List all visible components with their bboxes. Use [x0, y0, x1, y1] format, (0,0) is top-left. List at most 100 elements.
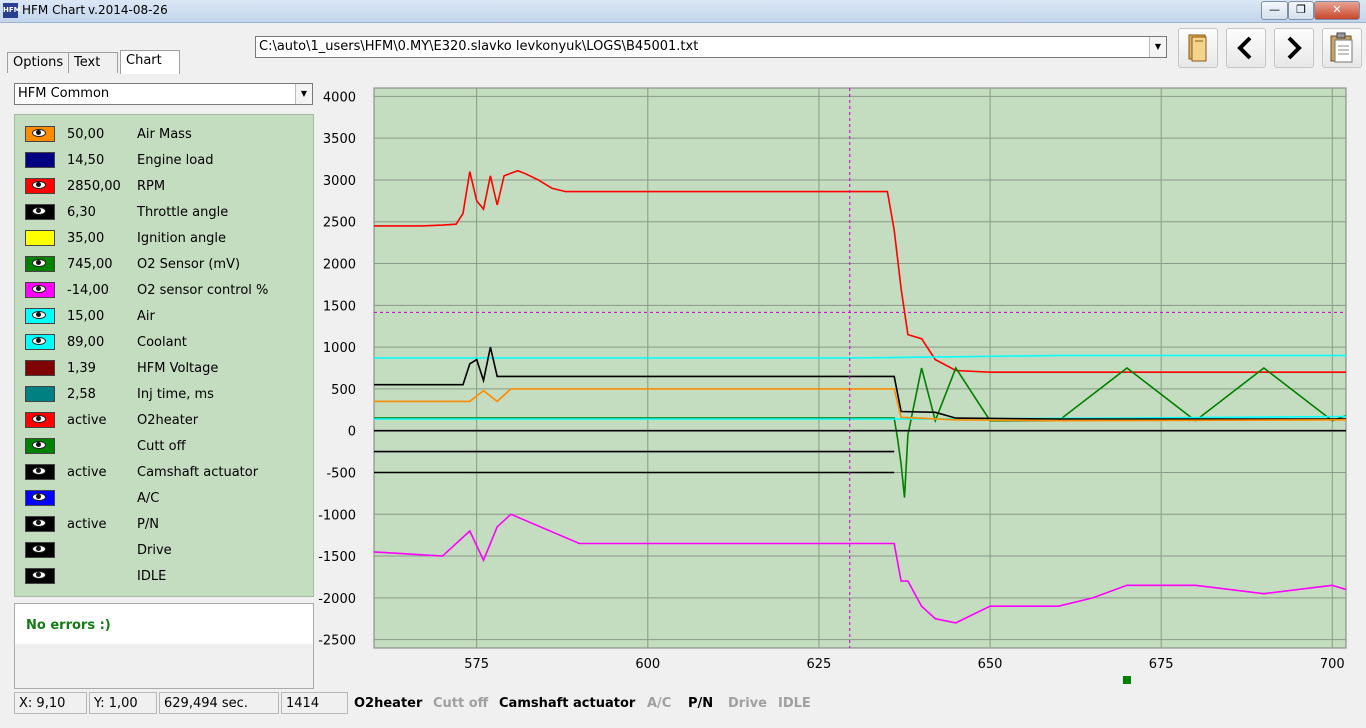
legend-item[interactable]: 50,00 Air Mass [15, 121, 313, 147]
flag-drive: Drive [728, 696, 767, 711]
legend-value: 2,58 [67, 387, 96, 402]
series-color-swatch[interactable] [25, 308, 55, 324]
series-color-swatch[interactable] [25, 386, 55, 402]
legend-item[interactable]: 6,30 Throttle angle [15, 199, 313, 225]
series-color-swatch[interactable] [25, 334, 55, 350]
legend-item[interactable]: Drive [15, 537, 313, 563]
next-button[interactable] [1274, 28, 1314, 68]
legend-name: Air [137, 309, 155, 324]
series-color-swatch[interactable] [25, 490, 55, 506]
legend-value: active [67, 465, 107, 480]
series-color-swatch[interactable] [25, 516, 55, 532]
file-path-value: C:\auto\1_users\HFM\0.MY\E320.slavko lev… [259, 39, 699, 54]
error-panel: No errors :) [14, 603, 314, 689]
previous-button[interactable] [1226, 28, 1266, 68]
series-color-swatch[interactable] [25, 464, 55, 480]
eye-icon [32, 571, 46, 579]
legend-item[interactable]: active Camshaft actuator [15, 459, 313, 485]
legend-item[interactable]: 1,39 HFM Voltage [15, 355, 313, 381]
series-color-swatch[interactable] [25, 282, 55, 298]
eye-icon [32, 493, 46, 501]
eye-icon [32, 285, 46, 293]
legend-name: Cutt off [137, 439, 186, 454]
window-version: v.2014-08-26 [88, 3, 168, 17]
legend-item[interactable]: 35,00 Ignition angle [15, 225, 313, 251]
legend-name: Ignition angle [137, 231, 227, 246]
legend-name: Camshaft actuator [137, 465, 259, 480]
series-color-swatch[interactable] [25, 412, 55, 428]
y-tick-label: -2500 [318, 634, 356, 649]
minimize-button[interactable]: — [1261, 1, 1288, 20]
legend-value: active [67, 517, 107, 532]
eye-icon [32, 259, 46, 267]
file-path-select[interactable]: C:\auto\1_users\HFM\0.MY\E320.slavko lev… [255, 36, 1167, 58]
series-color-swatch[interactable] [25, 204, 55, 220]
y-tick-label: 0 [348, 425, 356, 440]
y-tick-label: 1000 [323, 341, 356, 356]
legend-name: P/N [137, 517, 159, 532]
legend-item[interactable]: Cutt off [15, 433, 313, 459]
x-tick-label: 700 [1320, 657, 1345, 672]
tab-text[interactable]: Text [68, 52, 118, 73]
legend-item[interactable]: -14,00 O2 sensor control % [15, 277, 313, 303]
eye-icon [32, 207, 46, 215]
window-title: HFM Chart [22, 3, 86, 17]
legend-item[interactable]: active P/N [15, 511, 313, 537]
preset-value: HFM Common [18, 86, 110, 101]
eye-icon [32, 519, 46, 527]
legend-item[interactable]: active O2heater [15, 407, 313, 433]
y-tick-label: 1500 [323, 299, 356, 314]
flag-pn: P/N [688, 696, 714, 711]
y-tick-label: 3500 [323, 132, 356, 147]
open-file-button[interactable] [1178, 28, 1218, 68]
legend-value: 15,00 [67, 309, 105, 324]
x-tick-label: 575 [464, 657, 489, 672]
clipboard-icon [1330, 32, 1353, 63]
chevron-down-icon: ▼ [295, 84, 312, 104]
legend-name: Engine load [137, 153, 214, 168]
legend-item[interactable]: 15,00 Air [15, 303, 313, 329]
legend-value: 6,30 [67, 205, 96, 220]
series-color-swatch[interactable] [25, 126, 55, 142]
series-color-swatch[interactable] [25, 178, 55, 194]
legend-value: 2850,00 [67, 179, 121, 194]
line-chart[interactable]: 575 600 625 650 675 700 -2500 -2000 -1500 -1000 -5… [316, 86, 1350, 690]
status-count: 1414 [281, 692, 348, 714]
legend-value: 50,00 [67, 127, 105, 142]
x-tick-label: 625 [807, 657, 832, 672]
y-tick-label: -500 [326, 466, 356, 481]
legend-item[interactable]: 14,50 Engine load [15, 147, 313, 173]
legend-name: O2 Sensor (mV) [137, 257, 241, 272]
legend-item[interactable]: 2,58 Inj time, ms [15, 381, 313, 407]
tab-chart[interactable]: Chart [120, 50, 180, 74]
flag-camshaft-actuator: Camshaft actuator [499, 696, 636, 711]
status-bar: X: 9,10 Y: 1,00 629,494 sec. 1414 O2heat… [0, 690, 1366, 728]
legend-item[interactable]: 745,00 O2 Sensor (mV) [15, 251, 313, 277]
preset-select[interactable]: HFM Common ▼ [14, 83, 313, 105]
title-bar: HFM HFM Chart v.2014-08-26 — ❐ ✕ [0, 0, 1366, 23]
series-color-swatch[interactable] [25, 438, 55, 454]
series-color-swatch[interactable] [25, 256, 55, 272]
series-color-swatch[interactable] [25, 360, 55, 376]
clipboard-button[interactable] [1322, 28, 1362, 68]
legend-item[interactable]: 2850,00 RPM [15, 173, 313, 199]
series-color-swatch[interactable] [25, 152, 55, 168]
y-tick-label: 2500 [323, 216, 356, 231]
series-color-swatch[interactable] [25, 568, 55, 584]
y-tick-label: 3000 [323, 174, 356, 189]
tab-options[interactable]: Options [7, 52, 69, 73]
chart-area[interactable]: 575 600 625 650 675 700 -2500 -2000 -1500 -1000 -5… [316, 86, 1350, 690]
flag-ac: A/C [647, 696, 672, 711]
y-tick-label: -2000 [318, 592, 356, 607]
close-button[interactable]: ✕ [1314, 1, 1360, 20]
series-color-swatch[interactable] [25, 230, 55, 246]
legend-name: A/C [137, 491, 160, 506]
legend-item[interactable]: 89,00 Coolant [15, 329, 313, 355]
eye-icon [32, 311, 46, 319]
legend-name: O2heater [137, 413, 199, 428]
legend-item[interactable]: A/C [15, 485, 313, 511]
series-color-swatch[interactable] [25, 542, 55, 558]
signal-legend: 50,00 Air Mass 14,50 Engine load 2850,00 RPM 6… [14, 114, 314, 597]
legend-item[interactable]: IDLE [15, 563, 313, 589]
maximize-button[interactable]: ❐ [1288, 1, 1314, 20]
